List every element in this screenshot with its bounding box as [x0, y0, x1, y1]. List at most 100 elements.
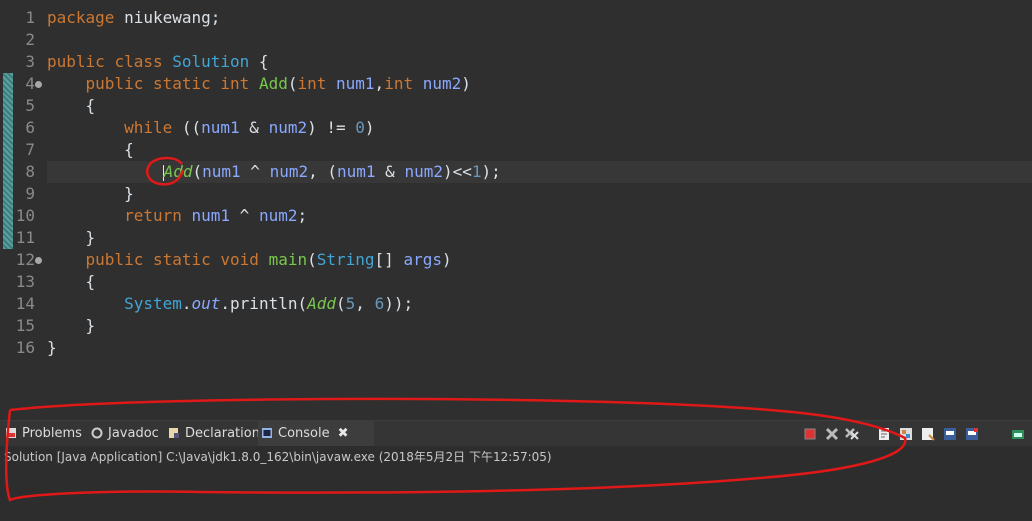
- code-text: System.out.println(Add(5, 6));: [47, 293, 413, 315]
- scroll-lock-icon[interactable]: [898, 426, 914, 442]
- code-line[interactable]: 9 }: [0, 183, 1032, 205]
- code-token: 0: [355, 118, 365, 137]
- code-token: out: [191, 294, 221, 313]
- code-token: ,: [355, 294, 375, 313]
- console-icon: [262, 428, 272, 438]
- line-number: 9: [25, 184, 35, 203]
- remove-launch-icon[interactable]: [824, 426, 840, 442]
- code-token: }: [47, 184, 134, 203]
- line-number: 14: [15, 294, 35, 313]
- code-line[interactable]: 16}: [0, 337, 1032, 359]
- code-text: {: [47, 271, 96, 293]
- code-token: {: [47, 272, 96, 291]
- tab-console[interactable]: Console ✖: [258, 421, 374, 446]
- code-line[interactable]: 2: [0, 29, 1032, 51]
- launch-description: Solution [Java Application] C:\Java\jdk1…: [4, 450, 552, 464]
- code-token: ));: [384, 294, 414, 313]
- code-text: public static int Add(int num1,int num2): [47, 73, 471, 95]
- line-number: 1: [25, 8, 35, 27]
- tab-label: Console: [278, 426, 330, 441]
- code-token: .println(: [220, 294, 308, 313]
- code-token: public: [47, 74, 153, 93]
- clear-console-icon[interactable]: [876, 426, 892, 442]
- line-number: 16: [15, 338, 35, 357]
- code-line[interactable]: 15 }: [0, 315, 1032, 337]
- code-text: }: [47, 315, 96, 337]
- word-wrap-icon[interactable]: [920, 426, 936, 442]
- code-token: ^: [230, 206, 259, 225]
- code-line[interactable]: 11 }: [0, 227, 1032, 249]
- fold-toggle-icon[interactable]: [35, 257, 42, 264]
- code-token: )<<: [442, 162, 472, 181]
- remove-all-terminated-icon[interactable]: [844, 426, 860, 442]
- code-token: num1: [337, 162, 376, 181]
- line-number: 5: [25, 96, 35, 115]
- code-line[interactable]: 3 public class Solution {: [0, 51, 1032, 73]
- code-token: &: [239, 118, 269, 137]
- code-line[interactable]: 7 {: [0, 139, 1032, 161]
- line-number: 4: [25, 74, 35, 93]
- pin-console-icon[interactable]: [942, 426, 958, 442]
- code-text: package niukewang;: [47, 7, 220, 29]
- code-token: public: [47, 52, 115, 71]
- code-token: while: [47, 118, 182, 137]
- code-token: System: [47, 294, 182, 313]
- code-token: class: [114, 52, 173, 71]
- code-token: []: [374, 250, 404, 269]
- code-line[interactable]: 14 System.out.println(Add(5, 6));: [0, 293, 1032, 315]
- line-number: 2: [25, 30, 35, 49]
- code-token: ,: [374, 74, 385, 93]
- code-line[interactable]: 8 Add(num1 ^ num2, (num1 & num2)<<1);: [0, 161, 1032, 183]
- code-text: {: [47, 139, 134, 161]
- code-token: static: [152, 250, 221, 269]
- code-line[interactable]: 1 package niukewang;: [0, 7, 1032, 29]
- code-line[interactable]: 10 return num1 ^ num2;: [0, 205, 1032, 227]
- line-number: 15: [15, 316, 35, 335]
- code-token: }: [47, 338, 57, 357]
- code-text: public class Solution {: [47, 51, 269, 73]
- code-line[interactable]: 4 public static int Add(int num1,int num…: [0, 73, 1032, 95]
- code-token: ): [461, 74, 471, 93]
- code-token: return: [47, 206, 192, 225]
- fold-toggle-icon[interactable]: [35, 81, 42, 88]
- bottom-panel-tabbar: Problems Javadoc Declaration Console ✖: [0, 420, 1032, 446]
- code-token: Add: [258, 74, 288, 93]
- line-number: 10: [15, 206, 35, 225]
- code-token: }: [47, 316, 96, 335]
- code-token: ) !=: [307, 118, 356, 137]
- display-selected-console-icon[interactable]: [964, 426, 980, 442]
- terminate-icon[interactable]: [802, 426, 818, 442]
- code-text: Add(num1 ^ num2, (num1 & num2)<<1);: [47, 161, 501, 183]
- code-token: ;: [297, 206, 308, 225]
- line-number: 6: [25, 118, 35, 137]
- code-line[interactable]: 6 while ((num1 & num2) != 0): [0, 117, 1032, 139]
- code-token: num2: [404, 162, 443, 181]
- code-token: package: [47, 8, 125, 27]
- open-console-icon[interactable]: [1010, 426, 1026, 442]
- code-token: num1: [191, 206, 231, 225]
- code-token: ^: [240, 162, 270, 181]
- code-token: (: [336, 294, 346, 313]
- console-output[interactable]: [0, 468, 1032, 521]
- code-text: {: [47, 95, 96, 117]
- code-token: num1: [336, 74, 375, 93]
- problems-icon: [6, 428, 16, 438]
- code-line[interactable]: 12 public static void main(String[] args…: [0, 249, 1032, 271]
- code-text: return num1 ^ num2;: [47, 205, 307, 227]
- close-icon[interactable]: ✖: [338, 426, 349, 441]
- code-token: ((: [181, 118, 202, 137]
- code-token: String: [316, 250, 375, 269]
- code-line[interactable]: 13 {: [0, 271, 1032, 293]
- code-token: ): [364, 118, 375, 137]
- code-token: Solution: [172, 52, 250, 71]
- code-token: &: [375, 162, 405, 181]
- code-line[interactable]: 5 {: [0, 95, 1032, 117]
- code-token: void: [220, 250, 269, 269]
- console-toolbar: [802, 421, 1032, 446]
- code-editor[interactable]: 1 package niukewang; 2 3 public class Soluti…: [0, 0, 1032, 400]
- tab-problems[interactable]: Problems: [2, 421, 100, 446]
- code-token: {: [47, 140, 134, 159]
- code-token: main: [268, 250, 308, 269]
- code-token: int: [220, 74, 259, 93]
